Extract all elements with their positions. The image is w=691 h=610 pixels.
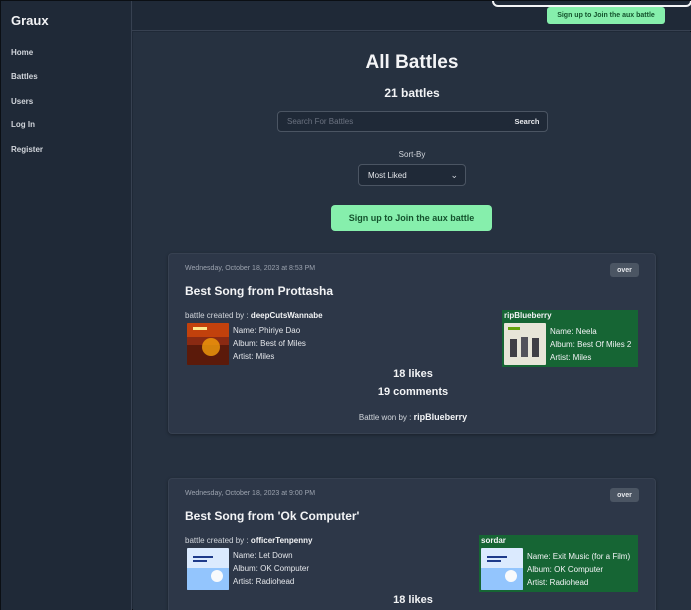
- comments-count[interactable]: 19 comments: [169, 386, 657, 398]
- album-art: [504, 323, 546, 365]
- song-album: Album: Best Of Miles 2: [550, 340, 632, 349]
- sidebar-item-log-in[interactable]: Log In: [11, 120, 35, 129]
- song-artist: Artist: Miles: [233, 352, 275, 361]
- creator-username[interactable]: deepCutsWannabe: [251, 311, 323, 320]
- song-artist: Artist: Radiohead: [233, 577, 295, 586]
- top-bar: Sign up to Join the aux battle: [132, 1, 691, 31]
- likes-count: 18 likes: [393, 594, 433, 606]
- sidebar-item-battles[interactable]: Battles: [11, 72, 38, 81]
- sort-selected-value: Most Liked: [368, 170, 407, 180]
- main-content: All Battles 21 battles Search Sort-By Mo…: [133, 32, 691, 610]
- won-by-prefix: Battle won by :: [358, 413, 412, 422]
- status-badge: over: [610, 488, 639, 502]
- winner-username[interactable]: sordar: [481, 536, 506, 545]
- creator-username[interactable]: officerTenpenny: [251, 536, 313, 545]
- page-title: All Battles: [365, 52, 459, 73]
- join-battle-button[interactable]: Sign up to Join the aux battle: [331, 205, 492, 231]
- album-art: [481, 548, 523, 590]
- status-badge: over: [610, 263, 639, 277]
- song-name: Name: Exit Music (for a Film): [527, 552, 631, 561]
- album-art: [187, 548, 229, 590]
- creator-line: battle created by : officerTenpenny: [185, 536, 312, 545]
- winner-entry: sordar Name: Exit Music (for a Film) Alb…: [479, 535, 638, 592]
- won-by-username[interactable]: ripBlueberry: [414, 412, 468, 422]
- creator-line: battle created by : deepCutsWannabe: [185, 311, 323, 320]
- song-name: Name: Neela: [550, 327, 597, 336]
- song-album: Album: OK Computer: [527, 565, 604, 574]
- brand-logo[interactable]: Graux: [11, 13, 49, 28]
- album-art: [187, 323, 229, 365]
- sort-select[interactable]: Most Liked ⌄: [358, 164, 466, 186]
- song-album: Album: OK Computer: [233, 564, 310, 573]
- search-button[interactable]: Search: [509, 114, 545, 129]
- app-frame: Graux Home Battles Users Log In Register…: [0, 0, 691, 610]
- creator-prefix: battle created by :: [185, 311, 249, 320]
- likes-count: 18 likes: [393, 368, 433, 380]
- signup-cta-button[interactable]: Sign up to Join the aux battle: [547, 7, 665, 24]
- battle-date: Wednesday, October 18, 2023 at 9:00 PM: [185, 490, 316, 497]
- winner-username[interactable]: ripBlueberry: [504, 311, 552, 320]
- sidebar: Graux Home Battles Users Log In Register: [1, 1, 132, 610]
- battle-title[interactable]: Best Song from Prottasha: [185, 284, 333, 298]
- song-album: Album: Best of Miles: [233, 339, 306, 348]
- search-bar: Search: [277, 111, 548, 132]
- sidebar-item-register[interactable]: Register: [11, 145, 43, 154]
- sort-label: Sort-By: [398, 150, 426, 159]
- battle-card[interactable]: Wednesday, October 18, 2023 at 8:53 PM o…: [168, 253, 656, 434]
- song-name: Name: Phiriye Dao: [233, 326, 301, 335]
- battle-title[interactable]: Best Song from 'Ok Computer': [185, 509, 359, 523]
- song-artist: Artist: Miles: [550, 353, 592, 362]
- search-input[interactable]: [278, 112, 508, 131]
- battle-card[interactable]: Wednesday, October 18, 2023 at 9:00 PM o…: [168, 478, 656, 610]
- song-artist: Artist: Radiohead: [527, 578, 589, 587]
- song-entry: Name: Let Down Album: OK Computer Artist…: [185, 548, 345, 592]
- battle-count: 21 battles: [384, 86, 440, 100]
- sidebar-item-home[interactable]: Home: [11, 48, 33, 57]
- creator-prefix: battle created by :: [185, 536, 249, 545]
- chevron-down-icon: ⌄: [450, 170, 458, 180]
- battle-date: Wednesday, October 18, 2023 at 8:53 PM: [185, 265, 316, 272]
- song-entry: Name: Phiriye Dao Album: Best of Miles A…: [185, 323, 345, 367]
- song-name: Name: Let Down: [233, 551, 293, 560]
- won-by-line: Battle won by : ripBlueberry: [169, 412, 657, 422]
- winner-entry: ripBlueberry Name: Neela Album: Best Of …: [502, 310, 638, 367]
- sidebar-item-users[interactable]: Users: [11, 97, 33, 106]
